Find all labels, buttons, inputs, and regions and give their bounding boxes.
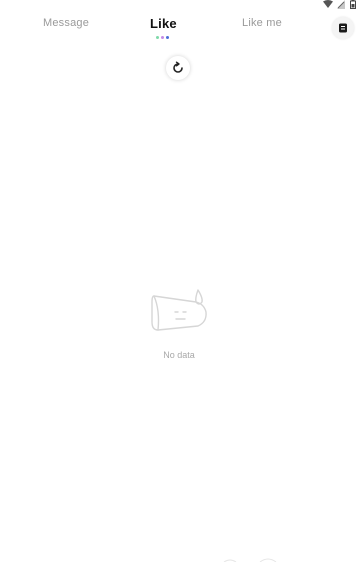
- indicator-dot: [161, 36, 164, 39]
- filter-button[interactable]: [332, 17, 354, 39]
- refresh-button[interactable]: [166, 56, 190, 80]
- status-bar: [0, 0, 360, 10]
- tab-like-me[interactable]: Like me: [242, 17, 282, 29]
- like-screen: Message Like Like me No data: [0, 0, 360, 562]
- bottom-decoration: [223, 558, 277, 562]
- indicator-dot: [166, 36, 169, 39]
- wifi-icon: [323, 0, 333, 8]
- empty-cup-icon: [151, 289, 207, 331]
- tab-like[interactable]: Like: [150, 16, 177, 31]
- tab-message[interactable]: Message: [43, 17, 89, 29]
- refresh-icon: [173, 61, 183, 73]
- empty-state-text: No data: [163, 350, 195, 360]
- active-tab-indicator: [156, 36, 172, 39]
- signal-icon: [337, 0, 345, 9]
- battery-icon: [350, 0, 356, 9]
- indicator-dot: [156, 36, 159, 39]
- filter-icon: [339, 23, 347, 33]
